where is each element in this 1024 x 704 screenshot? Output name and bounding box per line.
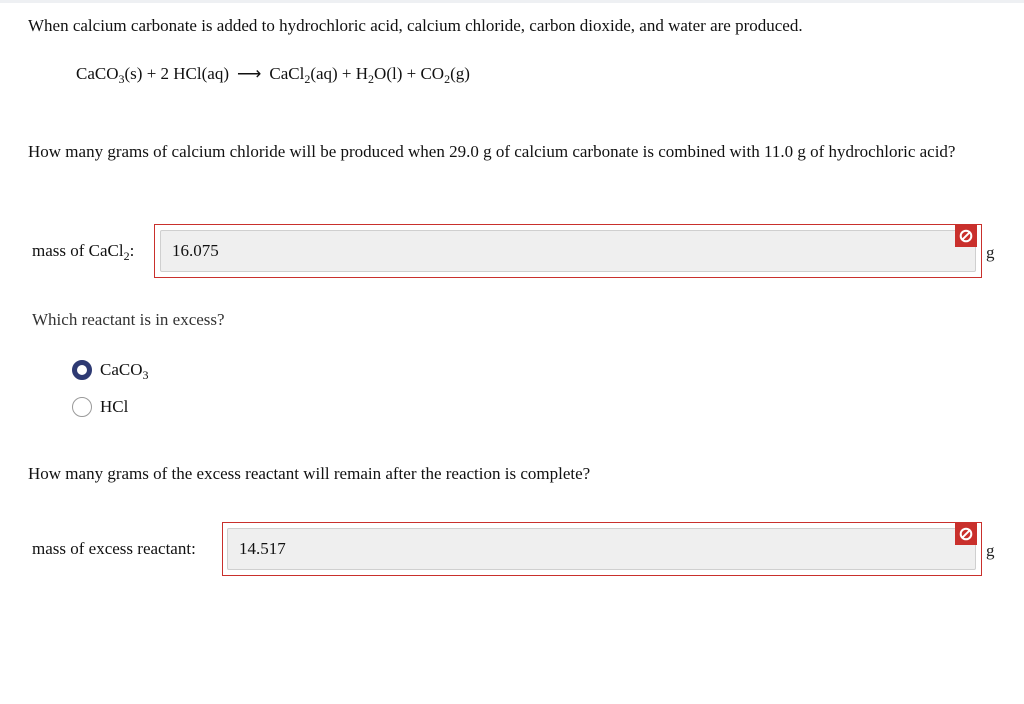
reaction-arrow: ⟶ (236, 64, 262, 83)
top-border (0, 0, 1024, 3)
eq-product-1: CaCl (269, 64, 305, 83)
answer-2-unit: g (986, 541, 995, 560)
answer-1-label: mass of CaCl2: (32, 241, 135, 263)
option-caco3-label: CaCO3 (100, 360, 149, 382)
radio-unselected-icon[interactable] (72, 397, 92, 417)
error-icon (955, 225, 977, 247)
option-hcl-label: HCl (100, 397, 129, 416)
chemical-equation: CaCO3(s) + 2 HCl(aq) ⟶ CaCl2(aq) + H2O(l) … (76, 64, 470, 86)
eq-reactant-1: CaCO (76, 64, 119, 83)
mass-cacl2-input[interactable] (160, 230, 976, 272)
radio-selected-icon[interactable] (72, 360, 92, 380)
question-1-text: How many grams of calcium chloride will … (28, 142, 956, 161)
question-2-text: Which reactant is in excess? (32, 310, 225, 329)
answer-2-label: mass of excess reactant: (32, 539, 196, 558)
answer-1-unit: g (986, 243, 995, 262)
intro-text: When calcium carbonate is added to hydro… (28, 16, 803, 35)
option-caco3[interactable]: CaCO3 (72, 360, 149, 382)
mass-excess-input[interactable] (227, 528, 976, 570)
question-3-text: How many grams of the excess reactant wi… (28, 464, 591, 483)
option-hcl[interactable]: HCl (72, 397, 128, 417)
error-icon (955, 523, 977, 545)
